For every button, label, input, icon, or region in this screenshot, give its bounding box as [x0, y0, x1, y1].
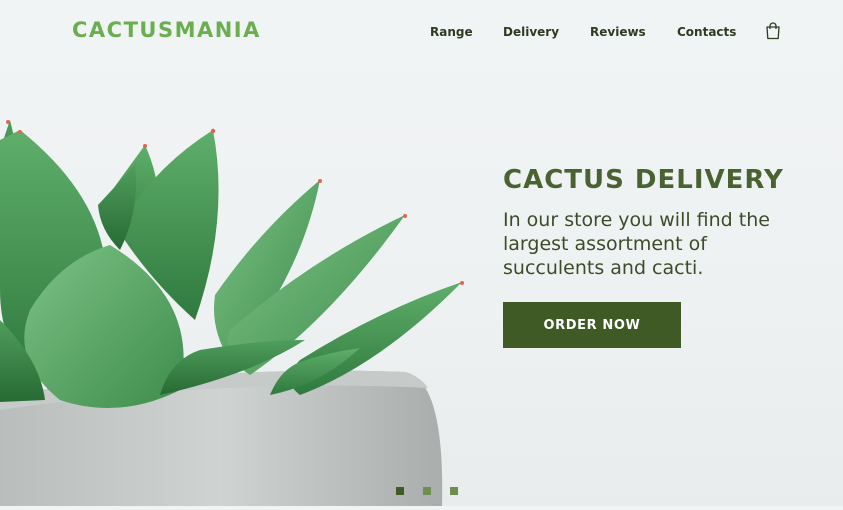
hero-title: CACTUS DELIVERY	[503, 165, 784, 195]
nav-item-delivery[interactable]: Delivery	[503, 25, 559, 39]
slider-dot-3[interactable]	[450, 487, 458, 495]
hero-subtitle: In our store you will find the largest a…	[503, 209, 770, 279]
shopping-bag-icon[interactable]	[765, 22, 781, 40]
slider-dot-2[interactable]	[423, 487, 431, 495]
nav-item-contacts[interactable]: Contacts	[677, 25, 736, 39]
order-now-button[interactable]: ORDER NOW	[503, 302, 681, 348]
slider-dot-1[interactable]	[396, 487, 404, 495]
main-nav: Range Delivery Reviews Contacts	[0, 25, 843, 45]
hero-plant-image	[0, 110, 470, 506]
nav-item-reviews[interactable]: Reviews	[590, 25, 646, 39]
nav-item-range[interactable]: Range	[430, 25, 473, 39]
